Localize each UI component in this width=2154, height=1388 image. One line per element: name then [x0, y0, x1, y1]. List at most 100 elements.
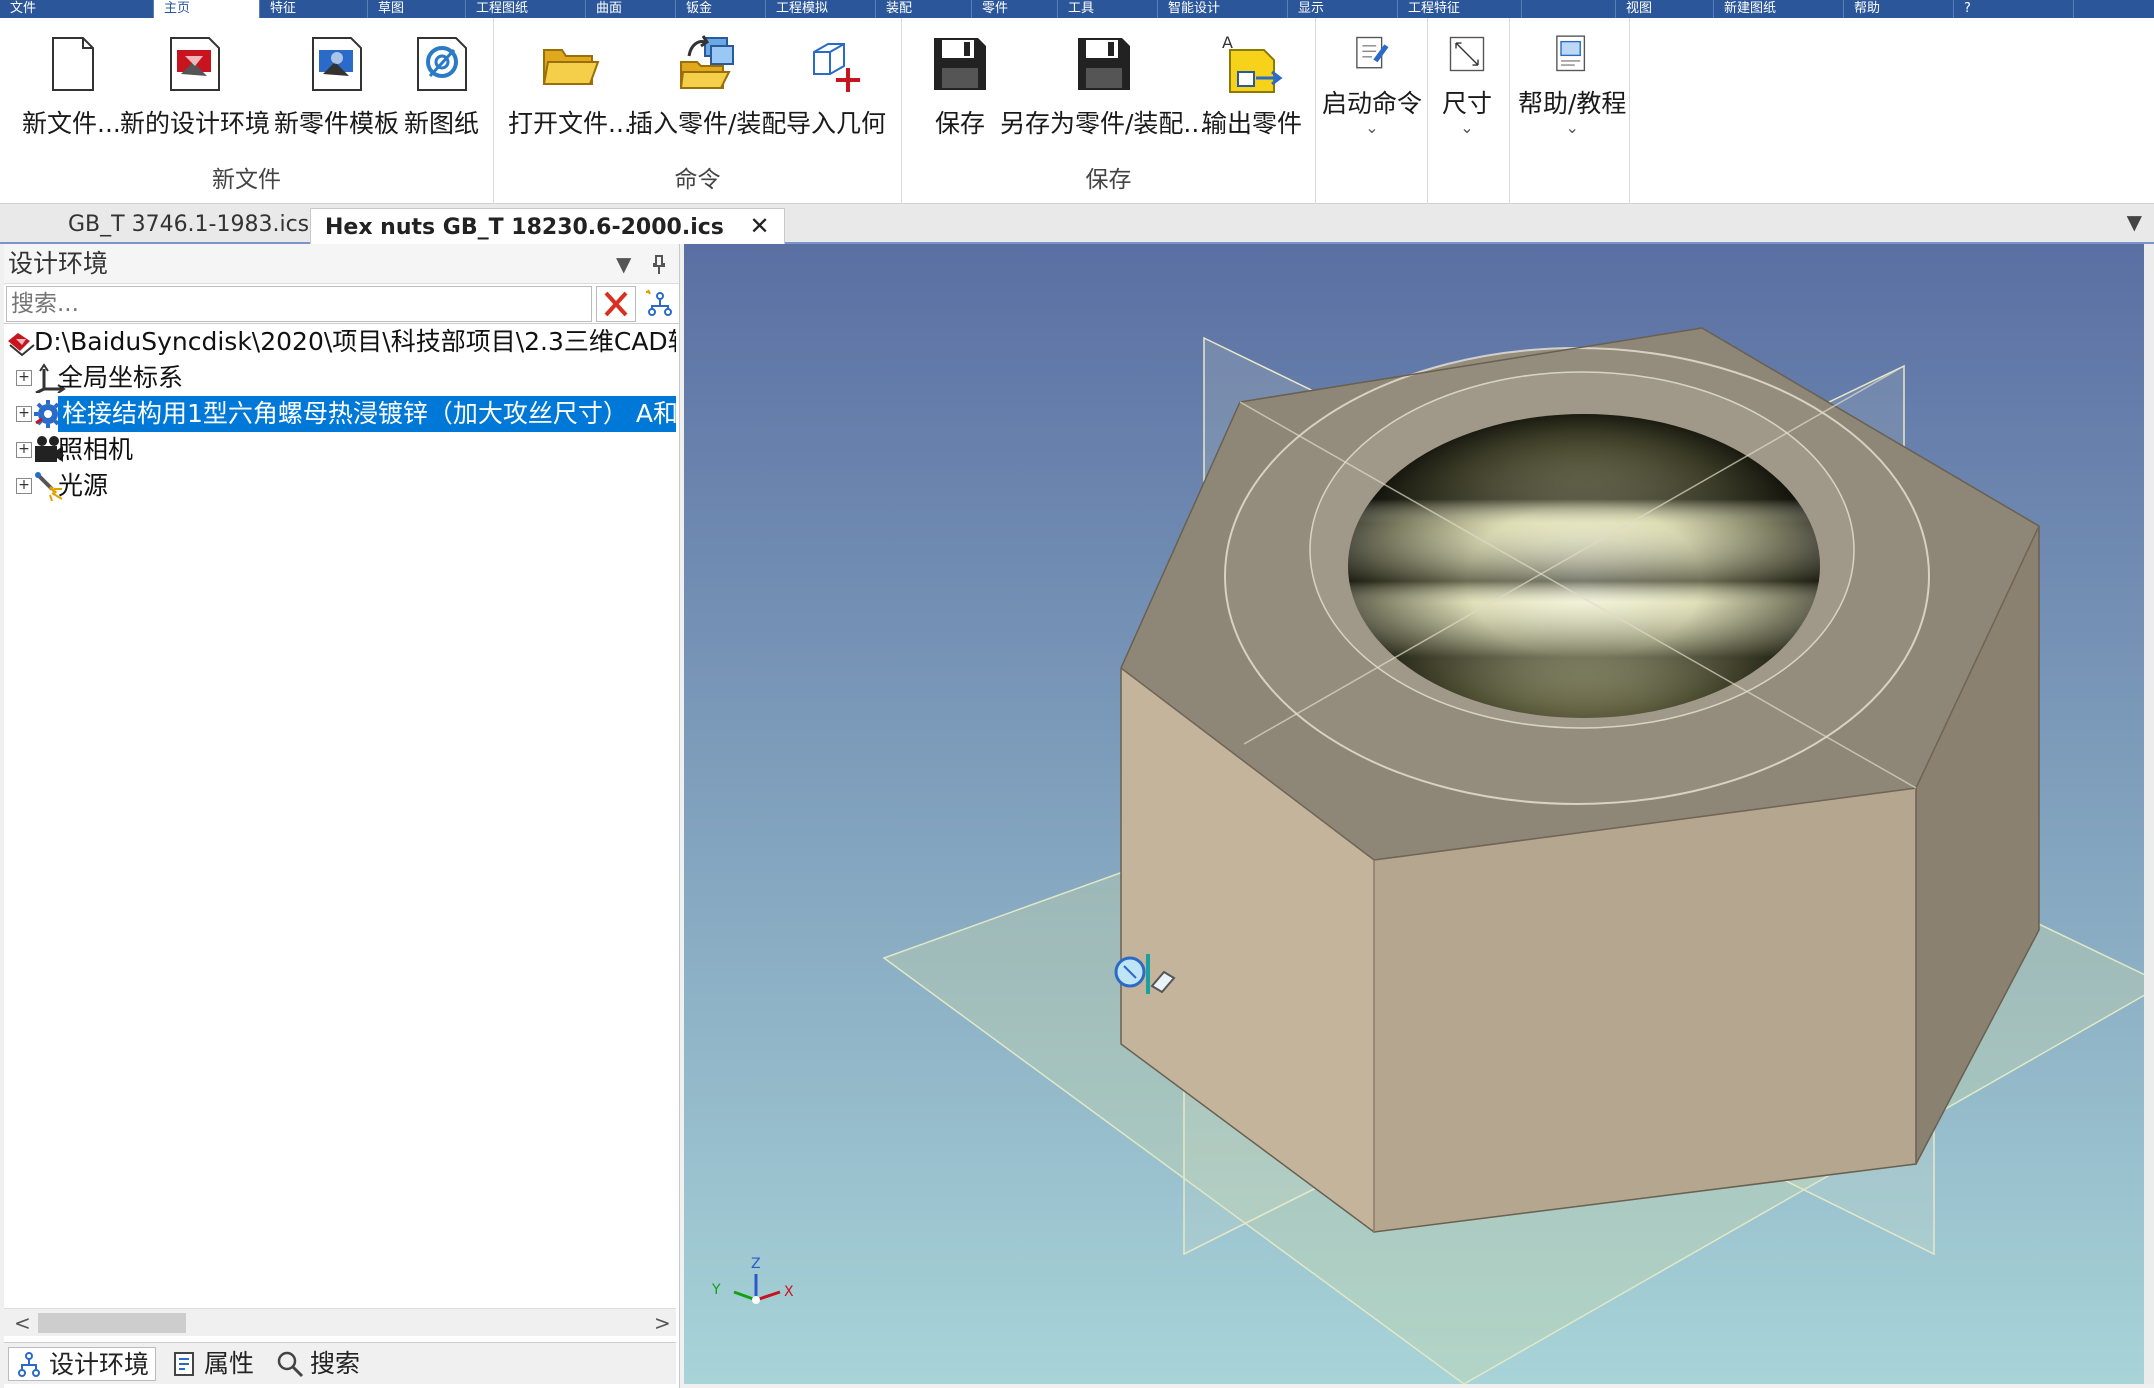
import-geometry-icon	[813, 43, 860, 92]
new-design-env-label: 新的设计环境	[120, 109, 271, 138]
open-file-label: 打开文件...	[508, 109, 632, 138]
search-tree-filter-icon[interactable]	[644, 288, 676, 320]
save-as-button[interactable]: 另存为零件/装配...	[1000, 32, 1207, 140]
expand-plus-icon[interactable]: +	[16, 478, 32, 494]
menu-tab[interactable]: 工具	[1058, 0, 1158, 18]
menu-tab[interactable]: ?	[1954, 0, 2074, 18]
magnifier-icon	[277, 1351, 304, 1378]
menu-tab[interactable]: 显示	[1288, 0, 1398, 18]
help-tutorial-button[interactable]: 帮助/教程 ⌄	[1518, 32, 1626, 137]
design-tree: D:\BaiduSyncdisk\2020\项目\科技部项目\2.3三维CAD软…	[4, 324, 676, 504]
new-drawing-button[interactable]: 新图纸	[404, 32, 479, 140]
expand-plus-icon[interactable]: +	[16, 442, 32, 458]
tab-design-environment[interactable]: 设计环境	[8, 1347, 156, 1381]
import-geometry-button[interactable]: 导入几何	[786, 32, 886, 140]
export-part-label: 输出零件	[1202, 109, 1303, 138]
help-tutorial-chevron-down-icon[interactable]: ⌄	[1518, 118, 1626, 137]
viewport-edge-scrollbar[interactable]	[2144, 244, 2154, 1384]
insert-part-label: 插入零件/装配	[628, 109, 787, 138]
open-file-button[interactable]: 打开文件...	[508, 32, 632, 140]
pin-icon[interactable]	[650, 254, 668, 276]
tab-properties[interactable]: 属性	[164, 1347, 264, 1381]
3d-viewport[interactable]: Z X Y	[684, 244, 2144, 1384]
menu-tab[interactable]: 文件	[0, 0, 154, 18]
scrollbar-thumb[interactable]	[38, 1313, 186, 1333]
document-tab-active[interactable]: Hex nuts GB_T 18230.6-2000.ics ✕	[310, 208, 785, 244]
insert-part-icon	[680, 35, 735, 89]
ribbon-group-dimension: 尺寸 ⌄	[1428, 18, 1510, 204]
new-drawing-label: 新图纸	[404, 109, 480, 138]
launch-command-chevron-down-icon[interactable]: ⌄	[1322, 118, 1422, 137]
tab-design-environment-label: 设计环境	[49, 1350, 150, 1379]
menu-tab[interactable]: 帮助	[1844, 0, 1954, 18]
axis-label-z: Z	[751, 1256, 761, 1272]
expand-plus-icon[interactable]: +	[16, 370, 32, 386]
tree-item-hex-nut-part[interactable]: + 栓接结构用1型六角螺母热浸镀锌（加大攻丝尺寸） A和B	[4, 396, 676, 432]
new-drawing-icon	[416, 37, 467, 91]
menu-tab[interactable]: 主页	[154, 0, 260, 18]
dimension-chevron-down-icon[interactable]: ⌄	[1442, 118, 1492, 137]
menu-tab[interactable]: 智能设计	[1158, 0, 1288, 18]
menu-tab[interactable]: 工程图纸	[466, 0, 586, 18]
tree-item-label: 光源	[58, 471, 109, 500]
ribbon-group-label-command: 命令	[674, 167, 721, 193]
menu-tab[interactable]: 零件	[972, 0, 1058, 18]
new-design-env-button[interactable]: 新的设计环境	[120, 32, 270, 140]
new-file-button[interactable]: 新文件...	[22, 32, 121, 140]
design-environment-panel: 设计环境 ▼ 搜索... D:\BaiduSyncdisk\2020\项目\科技…	[4, 244, 680, 1388]
document-tab-bar: GB_T 3746.1-1983.ics Hex nuts GB_T 18230…	[0, 204, 2154, 244]
ribbon-group-command: 打开文件... 插入零件/装配 导入几何 命令	[494, 18, 902, 204]
tree-horizontal-scrollbar[interactable]: < >	[4, 1308, 676, 1336]
menu-tab[interactable]: 特征	[260, 0, 368, 18]
menu-tab[interactable]	[1522, 0, 1616, 18]
dimension-button[interactable]: 尺寸 ⌄	[1442, 32, 1492, 137]
launch-command-button[interactable]: 启动命令 ⌄	[1322, 32, 1422, 137]
expand-plus-icon[interactable]: +	[16, 406, 32, 422]
menu-tab[interactable]: 钣金	[676, 0, 766, 18]
tab-list-dropdown-icon[interactable]: ▼	[2127, 210, 2142, 234]
save-as-icon	[1077, 38, 1130, 90]
new-part-template-label: 新零件模板	[274, 109, 400, 138]
panel-menu-chevron-down-icon[interactable]: ▼	[616, 244, 631, 284]
export-part-button[interactable]: A 输出零件	[1202, 32, 1302, 140]
tree-item-label: 全局坐标系	[58, 363, 184, 392]
help-tutorial-icon	[1556, 35, 1586, 72]
tree-search-row	[4, 284, 679, 324]
panel-title: 设计环境	[8, 249, 109, 278]
tree-item-camera[interactable]: + 照相机	[4, 432, 676, 468]
tree-item-label: 照相机	[58, 435, 134, 464]
scroll-right-icon[interactable]: >	[654, 1309, 671, 1337]
document-tab-inactive[interactable]: GB_T 3746.1-1983.ics	[54, 208, 323, 244]
tree-root[interactable]: D:\BaiduSyncdisk\2020\项目\科技部项目\2.3三维CAD软…	[4, 324, 676, 360]
tab-search-label: 搜索	[310, 1349, 361, 1378]
new-design-env-icon	[170, 37, 220, 91]
design-env-tree-icon	[18, 1352, 40, 1377]
tree-root-label: D:\BaiduSyncdisk\2020\项目\科技部项目\2.3三维CAD软…	[34, 327, 676, 356]
save-button[interactable]: 保存	[928, 32, 992, 140]
tree-search-input[interactable]	[6, 286, 592, 322]
menu-tab[interactable]: 视图	[1616, 0, 1714, 18]
tree-item-global-coordinate[interactable]: + 全局坐标系	[4, 360, 676, 396]
tree-item-light-source[interactable]: + 光源	[4, 468, 676, 504]
clear-search-button[interactable]	[596, 286, 636, 322]
help-tutorial-label: 帮助/教程	[1518, 89, 1627, 118]
document-tab-inactive-label: GB_T 3746.1-1983.ics	[68, 212, 310, 237]
menu-tab[interactable]: 工程特征	[1398, 0, 1522, 18]
new-part-template-button[interactable]: 新零件模板	[274, 32, 399, 140]
insert-part-button[interactable]: 插入零件/装配	[628, 32, 786, 140]
scroll-left-icon[interactable]: <	[14, 1309, 31, 1337]
new-part-template-icon	[311, 37, 362, 91]
menu-bar: 文件 主页 特征 草图 工程图纸 曲面 钣金 工程模拟 装配 零件 工具 智能设计 显示 工程特征 视图 新建…	[0, 0, 2154, 18]
panel-title-bar: 设计环境 ▼	[4, 244, 679, 284]
menu-tab[interactable]: 工程模拟	[766, 0, 876, 18]
tab-search[interactable]: 搜索	[270, 1347, 370, 1381]
menu-tab[interactable]: 新建图纸	[1714, 0, 1844, 18]
menu-tab[interactable]: 装配	[876, 0, 972, 18]
close-tab-icon[interactable]: ✕	[750, 212, 770, 240]
axis-label-x: X	[784, 1284, 794, 1300]
menu-tab[interactable]: 草图	[368, 0, 466, 18]
tab-properties-label: 属性	[204, 1349, 255, 1378]
nut-thread-bands	[1348, 414, 1820, 718]
menu-tab[interactable]: 曲面	[586, 0, 676, 18]
export-part-icon: A	[1222, 33, 1283, 93]
